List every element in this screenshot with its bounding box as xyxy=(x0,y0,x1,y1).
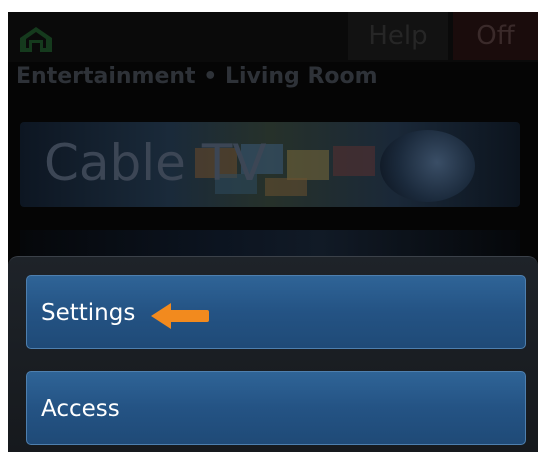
top-bar: Help Off xyxy=(8,12,538,62)
settings-button[interactable]: Settings xyxy=(26,275,526,349)
cable-tv-banner[interactable]: Cable TV xyxy=(20,122,520,207)
home-icon[interactable] xyxy=(16,24,56,54)
arrow-left-icon xyxy=(151,303,209,329)
access-button[interactable]: Access xyxy=(26,371,526,445)
off-button[interactable]: Off xyxy=(453,12,538,60)
breadcrumb: Entertainment • Living Room xyxy=(16,64,378,89)
banner-title: Cable TV xyxy=(44,134,267,192)
globe-image xyxy=(380,130,475,202)
help-button[interactable]: Help xyxy=(348,12,448,60)
popup-menu: Settings Access xyxy=(8,256,538,452)
remote-app-screen: Help Off Entertainment • Living Room Cab… xyxy=(8,12,538,452)
